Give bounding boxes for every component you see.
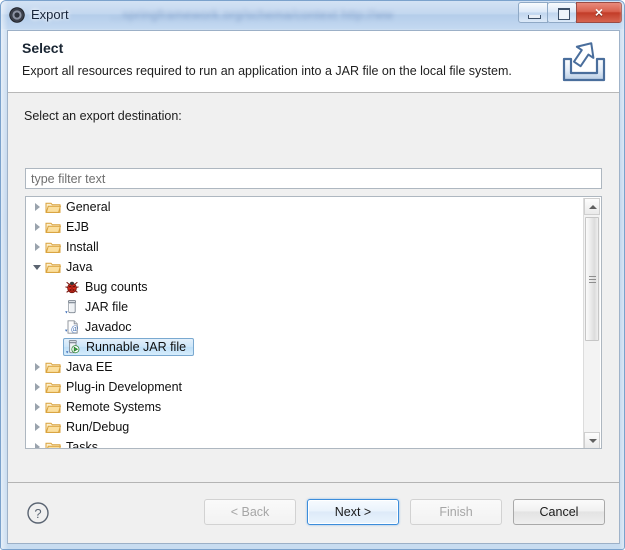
window-controls: × bbox=[518, 2, 622, 23]
tree-item-label: Javadoc bbox=[85, 320, 132, 334]
folder-icon bbox=[45, 419, 62, 435]
tree-item-content: Bug counts bbox=[64, 277, 151, 297]
tree-item-content: Install bbox=[45, 237, 102, 257]
maximize-button[interactable] bbox=[547, 2, 577, 23]
next-button[interactable]: Next > bbox=[307, 499, 399, 525]
background-blur-text: ...springframework.org/schema/context ht… bbox=[111, 8, 394, 22]
back-button: < Back bbox=[204, 499, 296, 525]
minimize-button[interactable] bbox=[518, 2, 548, 23]
export-wizard-icon bbox=[558, 36, 610, 86]
minimize-icon bbox=[528, 15, 541, 19]
tree-item-content: Tasks bbox=[45, 437, 101, 448]
tree-item-tasks[interactable]: Tasks bbox=[26, 437, 585, 448]
bug-icon bbox=[64, 279, 80, 295]
destination-label: Select an export destination: bbox=[24, 109, 182, 123]
tree-item-content: Remote Systems bbox=[45, 397, 164, 417]
tree-item-label: Tasks bbox=[66, 440, 98, 448]
tree-item-content: Java bbox=[45, 257, 95, 277]
tree-item-content: General bbox=[45, 197, 113, 217]
chevron-right-icon[interactable] bbox=[32, 402, 43, 413]
tree-item-label: Install bbox=[66, 240, 99, 254]
chevron-right-icon[interactable] bbox=[32, 362, 43, 373]
chevron-right-icon[interactable] bbox=[32, 202, 43, 213]
tree-item-content: JAR file bbox=[64, 297, 131, 317]
close-button[interactable]: × bbox=[576, 2, 622, 23]
tree-item-install[interactable]: Install bbox=[26, 237, 585, 257]
tree-item-jar-file[interactable]: JAR file bbox=[26, 297, 585, 317]
title-bar[interactable]: ...springframework.org/schema/context ht… bbox=[1, 1, 624, 29]
folder-icon bbox=[45, 259, 62, 275]
svg-text:@: @ bbox=[71, 324, 78, 333]
export-dialog-window: ...springframework.org/schema/context ht… bbox=[0, 0, 625, 550]
runnable-jar-icon bbox=[65, 339, 81, 355]
finish-button: Finish bbox=[410, 499, 502, 525]
tree-item-content: Java EE bbox=[45, 357, 116, 377]
folder-icon bbox=[45, 379, 62, 395]
tree-item-label: Java EE bbox=[66, 360, 113, 374]
javadoc-icon: @ bbox=[64, 319, 80, 335]
jar-icon bbox=[64, 299, 80, 315]
tree-item-label: EJB bbox=[66, 220, 89, 234]
folder-icon bbox=[45, 399, 62, 415]
tree-item-java-ee[interactable]: Java EE bbox=[26, 357, 585, 377]
tree-item-label: Java bbox=[66, 260, 93, 274]
wizard-buttons: < Back Next > Finish Cancel bbox=[193, 499, 605, 525]
tree-item-label: Plug-in Development bbox=[66, 380, 183, 394]
scroll-down-icon bbox=[589, 439, 597, 443]
page-description: Export all resources required to run an … bbox=[22, 64, 512, 78]
tree-item-label: General bbox=[66, 200, 111, 214]
export-destination-tree[interactable]: General EJB Install Java Bug counts JAR file @… bbox=[25, 196, 602, 449]
chevron-right-icon[interactable] bbox=[32, 422, 43, 433]
folder-icon bbox=[45, 439, 62, 448]
tree-item-selection: Runnable JAR file bbox=[63, 338, 195, 356]
tree-item-ejb[interactable]: EJB bbox=[26, 217, 585, 237]
chevron-down-icon[interactable] bbox=[32, 262, 43, 273]
chevron-right-icon[interactable] bbox=[32, 242, 43, 253]
tree-item-label: Bug counts bbox=[85, 280, 148, 294]
tree-item-content: Run/Debug bbox=[45, 417, 132, 437]
tree-item-label: JAR file bbox=[85, 300, 129, 314]
chevron-right-icon[interactable] bbox=[32, 442, 43, 448]
tree-item-remote-systems[interactable]: Remote Systems bbox=[26, 397, 585, 417]
chevron-right-icon[interactable] bbox=[32, 382, 43, 393]
scroll-down-button[interactable] bbox=[584, 432, 600, 448]
page-title: Select bbox=[22, 40, 64, 56]
tree-item-bug-counts[interactable]: Bug counts bbox=[26, 277, 585, 297]
wizard-banner: Select Export all resources required to … bbox=[8, 31, 619, 93]
tree-item-content: EJB bbox=[45, 217, 92, 237]
cancel-button[interactable]: Cancel bbox=[513, 499, 605, 525]
tree-item-javadoc[interactable]: @ Javadoc bbox=[26, 317, 585, 337]
folder-icon bbox=[45, 199, 62, 215]
tree-item-label: Remote Systems bbox=[66, 400, 162, 414]
tree-item-label: Runnable JAR file bbox=[86, 340, 187, 354]
tree-item-general[interactable]: General bbox=[26, 197, 585, 217]
tree-item-content: Plug-in Development bbox=[45, 377, 185, 397]
tree-item-runnable-jar-file[interactable]: Runnable JAR file bbox=[26, 337, 585, 357]
tree-item-plug-in-development[interactable]: Plug-in Development bbox=[26, 377, 585, 397]
close-icon: × bbox=[594, 4, 604, 20]
folder-icon bbox=[45, 239, 62, 255]
window-title: Export bbox=[31, 7, 69, 22]
tree-item-content: @ Javadoc bbox=[64, 317, 135, 337]
folder-icon bbox=[45, 219, 62, 235]
scrollbar-thumb[interactable] bbox=[585, 217, 599, 341]
svg-text:?: ? bbox=[34, 506, 41, 521]
help-button[interactable]: ? bbox=[26, 501, 50, 525]
maximize-icon bbox=[558, 8, 570, 20]
scrollbar-grip-icon bbox=[589, 276, 596, 283]
dialog-client-area: Select Export all resources required to … bbox=[7, 30, 620, 544]
tree-rows-container: General EJB Install Java Bug counts JAR file @… bbox=[26, 197, 585, 448]
dialog-button-bar: ? < Back Next > Finish Cancel bbox=[8, 482, 619, 543]
dialog-body: Select an export destination: General EJB… bbox=[8, 93, 619, 483]
export-app-icon bbox=[9, 7, 25, 23]
folder-icon bbox=[45, 359, 62, 375]
tree-item-label: Run/Debug bbox=[66, 420, 130, 434]
scroll-up-button[interactable] bbox=[584, 198, 600, 215]
tree-scrollbar[interactable] bbox=[583, 198, 600, 448]
filter-input[interactable] bbox=[25, 168, 602, 189]
chevron-right-icon[interactable] bbox=[32, 222, 43, 233]
tree-item-run-debug[interactable]: Run/Debug bbox=[26, 417, 585, 437]
scroll-up-icon bbox=[589, 205, 597, 209]
tree-item-java[interactable]: Java bbox=[26, 257, 585, 277]
